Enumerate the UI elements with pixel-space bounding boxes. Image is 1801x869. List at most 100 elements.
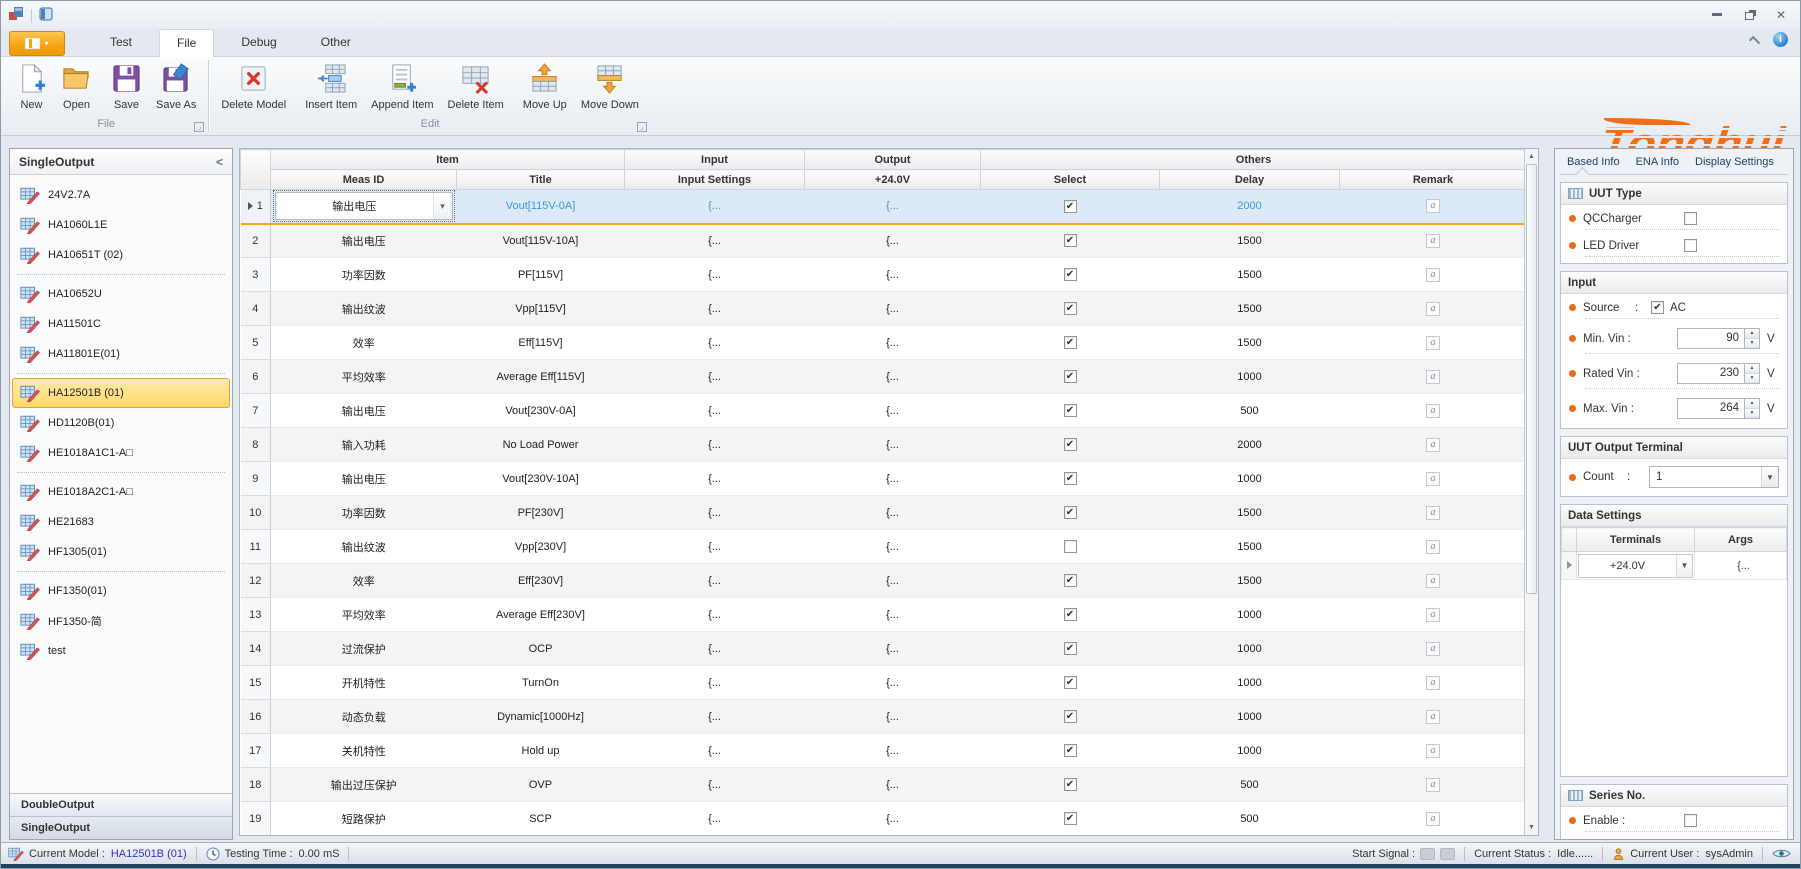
sidebar-header[interactable]: SingleOutput < xyxy=(10,149,232,175)
remark-cell[interactable]: a xyxy=(1340,258,1525,292)
meas-id-cell[interactable]: 平均效率 xyxy=(271,360,457,394)
meas-id-cell[interactable]: 过流保护 xyxy=(271,632,457,666)
tab-based-info[interactable]: Based Info xyxy=(1560,151,1627,173)
select-cell[interactable] xyxy=(981,224,1160,258)
table-row[interactable]: 10功率因数PF[230V]{...{...1500a xyxy=(241,496,1525,530)
meas-id-cell[interactable]: 关机特性 xyxy=(271,734,457,768)
tab-ena-info[interactable]: ENA Info xyxy=(1629,151,1686,173)
remark-icon[interactable]: a xyxy=(1426,302,1440,316)
sidebar-item[interactable]: HA12501B (01) xyxy=(12,378,230,408)
meas-id-cell[interactable]: 输出纹波 xyxy=(271,292,457,326)
output-cell[interactable]: {... xyxy=(805,598,981,632)
remark-icon[interactable]: a xyxy=(1426,540,1440,554)
combo-dropdown-icon[interactable]: ▾ xyxy=(433,193,452,219)
output-cell[interactable]: {... xyxy=(805,666,981,700)
row-number[interactable]: 10 xyxy=(241,496,271,530)
title-cell[interactable]: OCP xyxy=(457,632,625,666)
select-checkbox[interactable] xyxy=(1064,404,1077,417)
input-settings-cell[interactable]: {... xyxy=(625,734,805,768)
remark-cell[interactable]: a xyxy=(1340,666,1525,700)
select-checkbox[interactable] xyxy=(1064,234,1077,247)
input-settings-cell[interactable]: {... xyxy=(625,700,805,734)
tab-other[interactable]: Other xyxy=(304,29,368,57)
table-row[interactable]: 13平均效率Average Eff[230V]{...{...1000a xyxy=(241,598,1525,632)
select-cell[interactable] xyxy=(981,496,1160,530)
meas-id-cell[interactable]: 功率因数 xyxy=(271,496,457,530)
col-header-24v[interactable]: +24.0V xyxy=(805,170,981,190)
spinner-buttons[interactable]: ▲▼ xyxy=(1745,328,1760,349)
delay-cell[interactable]: 1000 xyxy=(1160,666,1340,700)
move-down-button[interactable]: Move Down xyxy=(574,61,646,113)
source-ac-checkbox[interactable] xyxy=(1651,301,1664,314)
delay-cell[interactable]: 1500 xyxy=(1160,326,1340,360)
save-button[interactable]: Save xyxy=(104,61,149,113)
meas-id-cell[interactable]: 输出电压 xyxy=(271,224,457,258)
qccharger-checkbox[interactable] xyxy=(1684,212,1697,225)
input-settings-cell[interactable]: {... xyxy=(625,326,805,360)
minimize-button[interactable] xyxy=(1708,8,1726,21)
delay-cell[interactable]: 1500 xyxy=(1160,530,1340,564)
input-settings-cell[interactable]: {... xyxy=(625,258,805,292)
restore-button[interactable] xyxy=(1740,8,1758,21)
group-header-others[interactable]: Others xyxy=(981,150,1525,170)
input-settings-cell[interactable]: {... xyxy=(625,360,805,394)
select-cell[interactable] xyxy=(981,802,1160,836)
scroll-up-icon[interactable]: ▲ xyxy=(1525,149,1538,164)
input-settings-cell[interactable]: {... xyxy=(625,224,805,258)
select-checkbox[interactable] xyxy=(1064,642,1077,655)
delay-cell[interactable]: 1500 xyxy=(1160,496,1340,530)
select-cell[interactable] xyxy=(981,734,1160,768)
count-value[interactable]: 1 xyxy=(1650,471,1761,483)
grid-vertical-scrollbar[interactable]: ▲ ▼ xyxy=(1524,149,1538,835)
select-cell[interactable] xyxy=(981,530,1160,564)
output-cell[interactable]: {... xyxy=(805,394,981,428)
title-cell[interactable]: Hold up xyxy=(457,734,625,768)
delay-cell[interactable]: 1000 xyxy=(1160,700,1340,734)
remark-cell[interactable]: a xyxy=(1340,394,1525,428)
output-cell[interactable]: {... xyxy=(805,632,981,666)
select-cell[interactable] xyxy=(981,462,1160,496)
table-row[interactable]: 4输出纹波Vpp[115V]{...{...1500a xyxy=(241,292,1525,326)
input-settings-cell[interactable]: {... xyxy=(625,292,805,326)
select-cell[interactable] xyxy=(981,768,1160,802)
terminal-value[interactable]: +24.0V xyxy=(1579,560,1676,572)
delay-cell[interactable]: 1500 xyxy=(1160,224,1340,258)
delay-cell[interactable]: 1000 xyxy=(1160,734,1340,768)
remark-cell[interactable]: a xyxy=(1340,360,1525,394)
remark-cell[interactable]: a xyxy=(1340,326,1525,360)
input-settings-cell[interactable]: {... xyxy=(625,394,805,428)
title-cell[interactable]: PF[115V] xyxy=(457,258,625,292)
app-menu-button[interactable]: ▾ xyxy=(9,31,65,56)
sidebar-item[interactable]: HA11801E(01) xyxy=(12,339,230,369)
input-settings-cell[interactable]: {... xyxy=(625,666,805,700)
title-cell[interactable]: TurnOn xyxy=(457,666,625,700)
table-row[interactable]: 18输出过压保护OVP{...{...500a xyxy=(241,768,1525,802)
sidebar-item[interactable]: HE1018A1C1-A□ xyxy=(12,438,230,468)
select-checkbox[interactable] xyxy=(1064,268,1077,281)
open-button[interactable]: Open xyxy=(54,61,99,113)
spin-up-icon[interactable]: ▲ xyxy=(1745,399,1759,409)
row-number[interactable]: 11 xyxy=(241,530,271,564)
max-vin-value[interactable]: 264 xyxy=(1677,398,1745,419)
select-cell[interactable] xyxy=(981,564,1160,598)
meas-id-cell[interactable]: 短路保护 xyxy=(271,802,457,836)
row-number[interactable]: 6 xyxy=(241,360,271,394)
remark-icon[interactable]: a xyxy=(1426,506,1440,520)
table-row[interactable]: 15开机特性TurnOn{...{...1000a xyxy=(241,666,1525,700)
move-up-button[interactable]: Move Up xyxy=(516,61,574,113)
remark-icon[interactable]: a xyxy=(1426,676,1440,690)
remark-cell[interactable]: a xyxy=(1340,428,1525,462)
meas-id-cell[interactable]: 输出电压▾ xyxy=(271,190,457,224)
remark-cell[interactable]: a xyxy=(1340,292,1525,326)
select-cell[interactable] xyxy=(981,598,1160,632)
col-header-remark[interactable]: Remark xyxy=(1340,170,1525,190)
table-row[interactable]: 11输出纹波Vpp[230V]{...{...1500a xyxy=(241,530,1525,564)
title-cell[interactable]: Eff[115V] xyxy=(457,326,625,360)
remark-icon[interactable]: a xyxy=(1426,812,1440,826)
title-cell[interactable]: Average Eff[115V] xyxy=(457,360,625,394)
output-cell[interactable]: {... xyxy=(805,462,981,496)
remark-cell[interactable]: a xyxy=(1340,598,1525,632)
spin-up-icon[interactable]: ▲ xyxy=(1745,364,1759,374)
input-settings-cell[interactable]: {... xyxy=(625,564,805,598)
title-cell[interactable]: Vout[115V-0A] xyxy=(457,190,625,224)
